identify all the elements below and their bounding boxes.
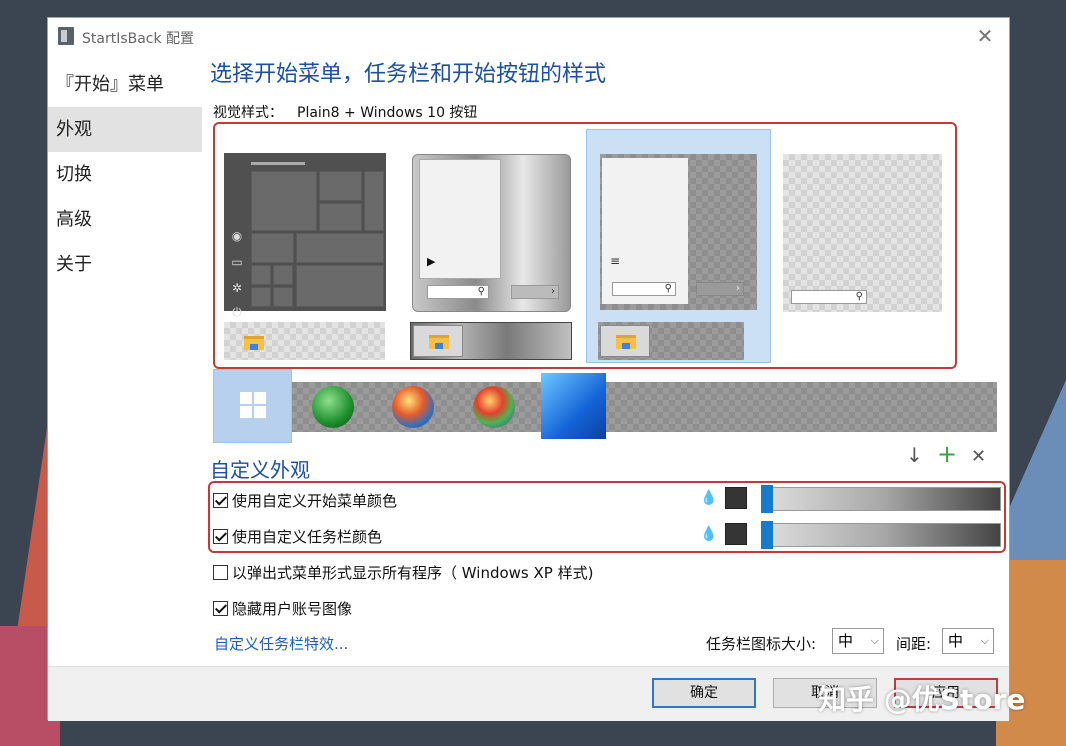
spacing-select[interactable]: 中 ⌵ [942, 628, 994, 654]
sidebar-item-appearance[interactable]: 外观 [48, 107, 202, 152]
clover-orb-icon[interactable] [312, 386, 354, 428]
tile [296, 233, 384, 263]
sidebar-item-switching[interactable]: 切换 [48, 152, 202, 197]
spacing-label: 间距: [896, 635, 932, 653]
settings-window: StartIsBack 配置 ✕ 『开始』菜单 外观 切换 高级 关于 选择开始… [47, 17, 1010, 721]
spacing-value: 中 [948, 632, 964, 650]
user-icon: ◉ [231, 229, 243, 243]
blue-start-button-icon[interactable] [541, 373, 606, 439]
visual-style-value: Plain8 + Windows 10 按钮 [297, 105, 478, 121]
search-icon: ⚲ [612, 282, 676, 296]
option-taskbar-color[interactable]: 使用自定义任务栏颜色 [213, 526, 382, 547]
shutdown-button-mini: › [511, 285, 559, 299]
gear-icon: ✲ [231, 281, 243, 295]
selected-start-button[interactable] [213, 369, 292, 443]
folder-icon [244, 336, 264, 350]
folder-icon: ▭ [231, 255, 243, 269]
power-icon: ⏻ [232, 305, 242, 319]
sidebar-item-about[interactable]: 关于 [48, 242, 202, 287]
tile [251, 265, 271, 285]
taskbar-thumb-windows7[interactable] [410, 322, 572, 360]
tile [273, 265, 293, 285]
windows-logo-icon [240, 392, 266, 418]
icon-size-label: 任务栏图标大小: [706, 635, 817, 653]
option-xp-style-all-programs[interactable]: 以弹出式菜单形式显示所有程序（ Windows XP 样式) [213, 562, 593, 583]
slider-thumb[interactable] [761, 521, 773, 549]
taskbar-color-swatch[interactable] [725, 523, 747, 545]
chevron-down-icon: ⌵ [980, 634, 989, 647]
list-icon: ≡ [610, 254, 621, 268]
icon-size-select[interactable]: 中 ⌵ [832, 628, 884, 654]
title-bar[interactable]: StartIsBack 配置 ✕ [48, 18, 1009, 54]
watermark: 知乎 @优Store [818, 683, 1026, 716]
slider-thumb[interactable] [761, 485, 773, 513]
section-title-custom-appearance: 自定义外观 [210, 458, 310, 482]
tile [251, 233, 294, 263]
visual-style-label: 视觉样式： [213, 105, 283, 121]
chevron-down-icon: ⌵ [870, 634, 879, 647]
tile [296, 265, 384, 307]
option-label: 以弹出式菜单形式显示所有程序（ Windows XP 样式) [232, 564, 594, 582]
option-hide-user-picture[interactable]: 隐藏用户账号图像 [213, 598, 352, 619]
windows7-orb-icon[interactable] [392, 386, 434, 428]
hide-user-picture-checkbox[interactable] [213, 601, 228, 616]
opacity-icon: 💧 [700, 526, 718, 542]
vista-orb-icon[interactable] [473, 386, 515, 428]
tile [251, 171, 317, 231]
style-thumb-windows10[interactable]: ◉ ▭ ✲ ⏻ [224, 153, 386, 319]
remove-icon[interactable]: ✕ [971, 446, 986, 467]
arrow-right-icon: ▶ [427, 255, 436, 268]
main-panel: 选择开始菜单，任务栏和开始按钮的样式 视觉样式： Plain8 + Windows… [210, 56, 607, 121]
taskbar-color-checkbox[interactable] [213, 529, 228, 544]
xp-style-checkbox[interactable] [213, 565, 228, 580]
custom-taskbar-effects-link[interactable]: 自定义任务栏特效... [214, 633, 348, 654]
menu-header-bar [251, 162, 305, 165]
sidebar-item-advanced[interactable]: 高级 [48, 197, 202, 242]
search-icon: ⚲ [427, 285, 489, 299]
tile [251, 287, 271, 307]
option-label: 使用自定义任务栏颜色 [232, 528, 383, 546]
tile [319, 171, 362, 201]
option-start-menu-color[interactable]: 使用自定义开始菜单颜色 [213, 490, 397, 511]
start-menu-opacity-slider[interactable] [761, 485, 1001, 513]
style-thumb-plain8[interactable]: ≡ ⚲ › [600, 154, 757, 310]
taskbar-thumb-windows10[interactable] [224, 322, 385, 360]
page-title: 选择开始菜单，任务栏和开始按钮的样式 [210, 62, 607, 87]
style-thumb-plain[interactable]: ⚲ [783, 154, 942, 312]
option-label: 使用自定义开始菜单颜色 [232, 492, 398, 510]
sidebar-item-start-menu[interactable]: 『开始』菜单 [48, 62, 202, 107]
app-icon [58, 27, 74, 45]
close-icon[interactable]: ✕ [973, 24, 997, 48]
add-icon[interactable]: + [937, 440, 957, 468]
shutdown-button-mini: › [696, 282, 744, 296]
download-icon[interactable]: ↓ [906, 443, 923, 467]
icon-size-value: 中 [838, 632, 854, 650]
folder-icon [429, 335, 449, 349]
style-thumb-windows7[interactable]: ▶ ⚲ › [412, 154, 571, 312]
opacity-icon: 💧 [700, 490, 718, 506]
tile [364, 171, 384, 231]
visual-style-readout: 视觉样式： Plain8 + Windows 10 按钮 [213, 102, 477, 122]
option-label: 隐藏用户账号图像 [232, 600, 353, 618]
start-menu-color-checkbox[interactable] [213, 493, 228, 508]
ok-button[interactable]: 确定 [652, 678, 756, 708]
tile [319, 203, 362, 231]
search-icon: ⚲ [791, 290, 867, 304]
window-title: StartIsBack 配置 [82, 31, 195, 47]
start-menu-color-swatch[interactable] [725, 487, 747, 509]
folder-icon [616, 335, 636, 349]
sidebar: 『开始』菜单 外观 切换 高级 关于 [48, 62, 202, 287]
taskbar-opacity-slider[interactable] [761, 521, 1001, 549]
taskbar-thumb-plain8[interactable] [598, 322, 744, 360]
tile [273, 287, 293, 307]
start-button-strip [213, 369, 997, 443]
